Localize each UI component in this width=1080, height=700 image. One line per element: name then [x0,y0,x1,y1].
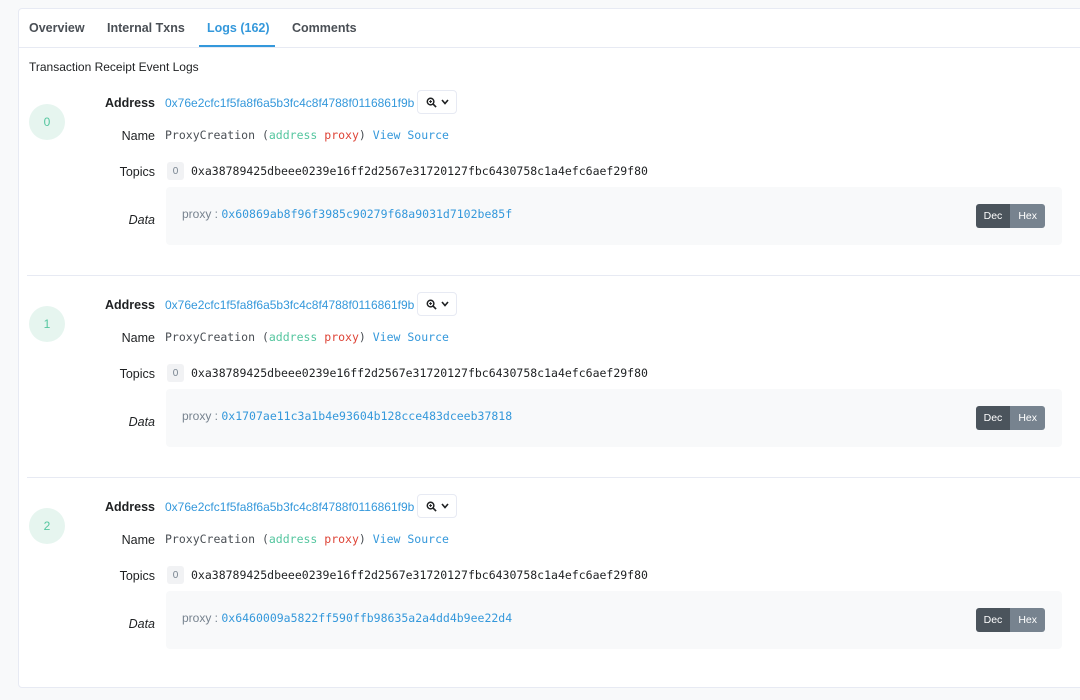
param-name: proxy [324,532,359,546]
zoom-in-icon [426,299,437,310]
log-index-badge: 0 [29,104,65,140]
name-label: Name [121,331,155,345]
topics-label: Topics [119,569,155,583]
hex-button[interactable]: Hex [1010,204,1045,228]
data-entry: proxy : 0x1707ae11c3a1b4e93604b128cce483… [182,409,512,423]
log-index-badge: 1 [29,306,65,342]
topic-value: 0xa38789425dbeee0239e16ff2d2567e31720127… [191,568,648,582]
data-key: proxy : [182,611,219,625]
address-label: Address [104,500,155,514]
hex-button[interactable]: Hex [1010,608,1045,632]
hex-button[interactable]: Hex [1010,406,1045,430]
view-source-link[interactable]: View Source [373,128,449,142]
data-box: proxy : 0x6460009a5822ff590ffb98635a2a4d… [166,591,1062,649]
event-signature: ProxyCreation (address proxy) View Sourc… [165,128,449,142]
param-name: proxy [324,330,359,344]
chevron-down-icon [440,99,449,105]
data-box: proxy : 0x1707ae11c3a1b4e93604b128cce483… [166,389,1062,447]
data-label: Data [128,617,155,631]
data-key: proxy : [182,409,219,423]
address-label: Address [104,96,155,110]
log-entry: 1 Address 0x76e2cfc1f5fa8f6a5b3fc4c8f478… [19,292,1080,498]
data-key: proxy : [182,207,219,221]
dec-button[interactable]: Dec [975,204,1011,228]
param-type: address [268,128,318,142]
event-name: ProxyCreation [165,128,256,142]
data-entry: proxy : 0x6460009a5822ff590ffb98635a2a4d… [182,611,512,625]
data-entry: proxy : 0x60869ab8f96f3985c90279f68a9031… [182,207,512,221]
tab-logs[interactable]: Logs (162) [207,21,270,35]
data-label: Data [128,213,155,227]
log-entry: 0 Address 0x76e2cfc1f5fa8f6a5b3fc4c8f478… [19,90,1080,296]
log-index-badge: 2 [29,508,65,544]
address-link[interactable]: 0x76e2cfc1f5fa8f6a5b3fc4c8f4788f0116861f… [165,96,414,110]
topic-index-badge: 0 [167,162,184,180]
param-type: address [268,330,318,344]
param-name: proxy [324,128,359,142]
topics-label: Topics [119,367,155,381]
topic-value: 0xa38789425dbeee0239e16ff2d2567e31720127… [191,366,648,380]
event-name: ProxyCreation [165,330,256,344]
view-source-link[interactable]: View Source [373,532,449,546]
address-link[interactable]: 0x76e2cfc1f5fa8f6a5b3fc4c8f4788f0116861f… [165,500,414,514]
dec-hex-toggle: Dec Hex [975,406,1045,430]
address-link[interactable]: 0x76e2cfc1f5fa8f6a5b3fc4c8f4788f0116861f… [165,298,414,312]
name-label: Name [121,533,155,547]
address-lookup-button[interactable] [417,292,457,316]
tab-internal-txns[interactable]: Internal Txns [107,21,185,35]
tab-overview[interactable]: Overview [29,21,85,35]
data-value-link[interactable]: 0x1707ae11c3a1b4e93604b128cce483dceeb378… [221,409,512,423]
active-tab-indicator [199,45,275,47]
chevron-down-icon [440,301,449,307]
tab-bar: Overview Internal Txns Logs (162) Commen… [19,9,1080,48]
address-label: Address [104,298,155,312]
view-source-link[interactable]: View Source [373,330,449,344]
section-title: Transaction Receipt Event Logs [29,60,199,74]
param-type: address [268,532,318,546]
dec-hex-toggle: Dec Hex [975,608,1045,632]
data-box: proxy : 0x60869ab8f96f3985c90279f68a9031… [166,187,1062,245]
log-entry: 2 Address 0x76e2cfc1f5fa8f6a5b3fc4c8f478… [19,494,1080,700]
data-value-link[interactable]: 0x6460009a5822ff590ffb98635a2a4dd4b9ee22… [221,611,512,625]
event-signature: ProxyCreation (address proxy) View Sourc… [165,330,449,344]
dec-button[interactable]: Dec [975,406,1011,430]
topic-value: 0xa38789425dbeee0239e16ff2d2567e31720127… [191,164,648,178]
logs-card: Overview Internal Txns Logs (162) Commen… [18,8,1080,688]
log-divider [27,477,1080,478]
address-lookup-button[interactable] [417,494,457,518]
dec-button[interactable]: Dec [975,608,1011,632]
dec-hex-toggle: Dec Hex [975,204,1045,228]
zoom-in-icon [426,501,437,512]
event-signature: ProxyCreation (address proxy) View Sourc… [165,532,449,546]
topic-index-badge: 0 [167,364,184,382]
topics-label: Topics [119,165,155,179]
data-label: Data [128,415,155,429]
chevron-down-icon [440,503,449,509]
tab-comments[interactable]: Comments [292,21,357,35]
address-lookup-button[interactable] [417,90,457,114]
zoom-in-icon [426,97,437,108]
log-divider [27,275,1080,276]
topic-index-badge: 0 [167,566,184,584]
event-name: ProxyCreation [165,532,256,546]
name-label: Name [121,129,155,143]
data-value-link[interactable]: 0x60869ab8f96f3985c90279f68a9031d7102be8… [221,207,512,221]
